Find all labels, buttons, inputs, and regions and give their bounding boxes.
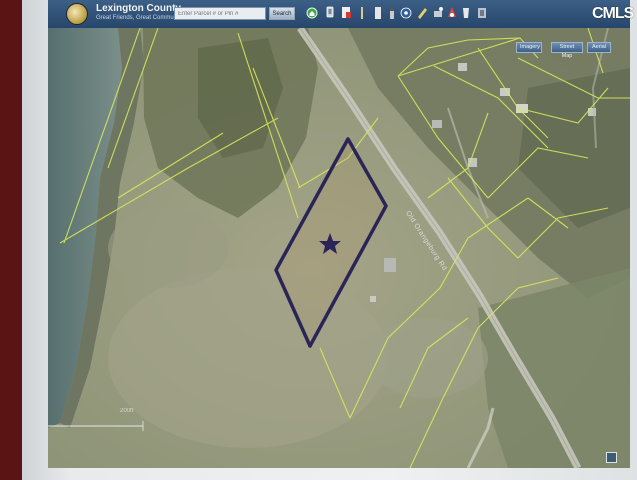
help-icon[interactable] — [476, 5, 488, 21]
street-map-button[interactable]: Street Map — [551, 42, 583, 59]
app-title: Lexington County — [96, 3, 181, 14]
layers-icon[interactable] — [460, 5, 472, 21]
export-icon[interactable] — [446, 5, 458, 21]
pin-icon[interactable] — [324, 5, 336, 21]
resize-icon[interactable] — [606, 452, 617, 463]
building — [432, 120, 442, 128]
select-icon[interactable] — [400, 5, 412, 21]
watermark-text: CMLS — [592, 5, 634, 22]
ruler-icon[interactable] — [356, 5, 368, 21]
parcel-search-input[interactable] — [174, 7, 266, 20]
imagery-button[interactable]: Imagery — [516, 42, 542, 53]
print-icon[interactable] — [432, 5, 444, 21]
aerial-button[interactable]: Aerial — [587, 42, 611, 53]
top-toolbar: Lexington County Great Friends, Great Co… — [48, 0, 630, 28]
aerial-map[interactable]: Imagery Street Map Aerial Old Orangeburg… — [48, 28, 630, 468]
scale-label: 200ft — [120, 408, 134, 414]
county-seal-icon — [66, 3, 88, 25]
measure-icon[interactable] — [340, 5, 352, 21]
building — [384, 258, 396, 272]
gis-map-viewer: Lexington County Great Friends, Great Co… — [48, 0, 630, 468]
identify-icon[interactable] — [386, 5, 398, 21]
aerial-imagery-layer — [48, 28, 630, 468]
search-button[interactable]: Search — [269, 7, 295, 20]
draw-icon[interactable] — [416, 5, 428, 21]
building — [458, 63, 467, 71]
building — [370, 296, 376, 302]
watermark: CMLS — [587, 4, 635, 32]
info-icon[interactable] — [372, 5, 384, 21]
home-icon[interactable] — [306, 5, 318, 21]
